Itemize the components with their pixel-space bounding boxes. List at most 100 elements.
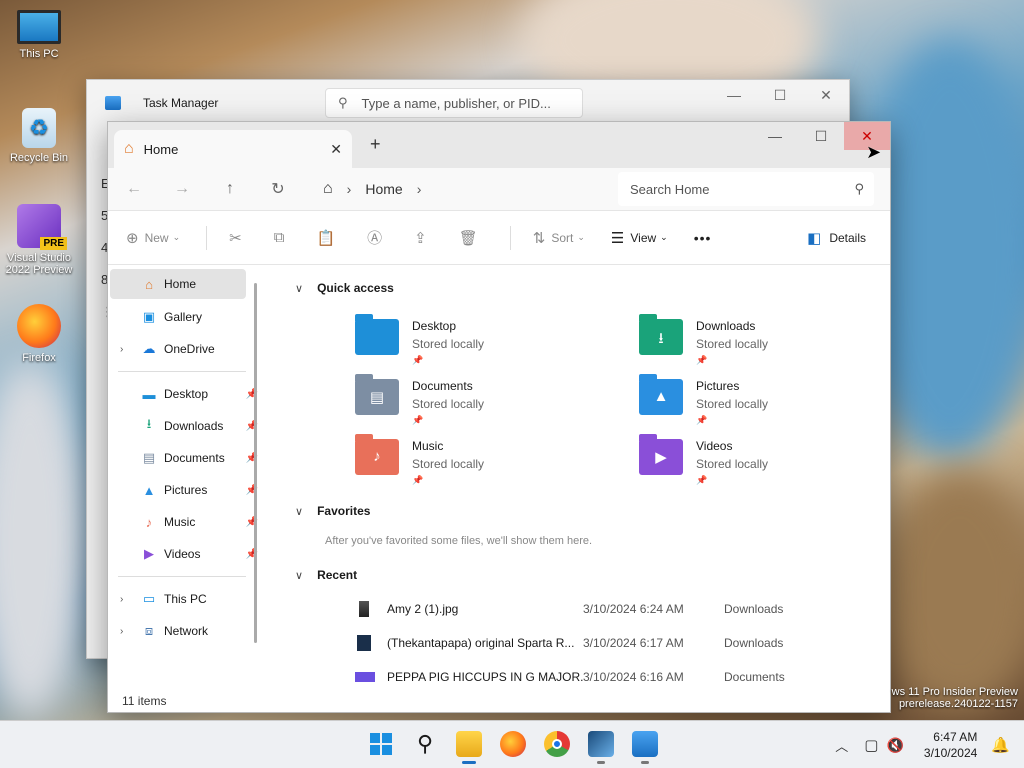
tab-bar: ⌂ Home ✕ + — ☐ ✕	[108, 122, 890, 168]
pin-icon: 📌	[412, 355, 424, 365]
view-list-icon: ☰	[610, 229, 625, 247]
sidebar-item-icon[interactable]: ⋮	[87, 304, 114, 336]
section-header-quick-access[interactable]: ∨ Quick access	[295, 281, 394, 295]
desktop-icon-visual-studio[interactable]: PRE Visual Studio 2022 Preview	[0, 204, 78, 276]
nav-item-onedrive[interactable]: › ☁ OneDrive	[108, 333, 262, 365]
recent-file-row[interactable]: PEPPA PIG HICCUPS IN G MAJOR... 3/10/202…	[355, 666, 878, 688]
copy-button[interactable]: ⧉	[274, 229, 291, 246]
details-button[interactable]: ◧ Details	[807, 229, 866, 247]
forward-button[interactable]: →	[158, 180, 206, 198]
task-manager-search-input[interactable]: ⚲ Type a name, publisher, or PID...	[325, 88, 583, 118]
file-explorer-window[interactable]: ⌂ Home ✕ + — ☐ ✕ ← → ↑ ↻ ⌂ › Home › Sear…	[107, 121, 891, 713]
close-tab-icon[interactable]: ✕	[330, 141, 342, 158]
notification-bell-icon[interactable]: 🔔	[991, 736, 1010, 754]
quick-access-tile[interactable]: ▲ Pictures Stored locally 📌	[639, 374, 899, 426]
desktop-icon-this-pc[interactable]: This PC	[0, 10, 78, 60]
taskbar: ⚲ ︿ ▢ 🔇 6:47 AM 3/10/2024 🔔	[0, 720, 1024, 768]
sidebar-item-icon[interactable]: E	[87, 176, 110, 208]
search-input[interactable]: Search Home ⚲	[618, 172, 874, 206]
tab-title: Home	[143, 141, 179, 157]
copy-icon: ⧉	[273, 229, 285, 246]
paste-button[interactable]: 📋	[316, 229, 341, 247]
desktop-folder-icon: ▬	[142, 386, 156, 402]
share-button[interactable]: ⇪	[414, 229, 433, 247]
back-button[interactable]: ←	[110, 180, 158, 198]
maximize-button[interactable]: ☐	[798, 122, 844, 150]
rename-icon: Ⓐ	[367, 230, 383, 247]
nav-item-downloads[interactable]: ⭳ Downloads 📌	[108, 410, 262, 442]
recent-file-row[interactable]: Amy 2 (1).jpg 3/10/2024 6:24 AM Download…	[355, 598, 878, 620]
search-icon[interactable]: ⚲	[412, 731, 438, 757]
nav-item-network[interactable]: › ⧈ Network	[108, 615, 262, 647]
delete-button[interactable]: 🗑	[459, 229, 484, 247]
chevron-down-icon: ⌄	[660, 232, 668, 242]
close-button[interactable]: ✕	[803, 80, 849, 110]
file-explorer-taskbar-icon[interactable]	[456, 731, 482, 764]
quick-access-tile[interactable]: Desktop Stored locally 📌	[355, 314, 615, 366]
volume-muted-icon[interactable]: 🔇	[886, 737, 903, 754]
chrome-taskbar-icon[interactable]	[544, 731, 570, 757]
refresh-button[interactable]: ↻	[254, 179, 302, 199]
quick-access-tile[interactable]: ♪ Music Stored locally 📌	[355, 434, 615, 486]
nav-item-desktop[interactable]: ▬ Desktop 📌	[108, 378, 262, 410]
chevron-up-icon[interactable]: ︿	[835, 736, 848, 755]
mouse-cursor-icon: ➤	[866, 142, 882, 162]
network-status-icon[interactable]: ▢	[864, 736, 878, 754]
breadcrumb[interactable]: Home	[365, 181, 402, 197]
maximize-button[interactable]: ☐	[757, 80, 803, 110]
quick-access-tile[interactable]: ⭳ Downloads Stored locally 📌	[639, 314, 899, 366]
document-icon: ▤	[142, 450, 156, 465]
section-header-recent[interactable]: ∨ Recent	[295, 568, 357, 582]
clock[interactable]: 6:47 AM 3/10/2024	[924, 729, 977, 761]
nav-item-music[interactable]: ♪ Music 📌	[108, 506, 262, 538]
quick-access-tile[interactable]: ▶ Videos Stored locally 📌	[639, 434, 899, 486]
chevron-right-icon[interactable]: ›	[120, 594, 123, 605]
new-button[interactable]: ⊕ New ⌄	[126, 229, 180, 247]
nav-item-gallery[interactable]: ▣ Gallery	[108, 301, 262, 333]
recent-file-row[interactable]: (Thekantapapa) original Sparta R... 3/10…	[355, 632, 878, 654]
tab-home[interactable]: ⌂ Home ✕	[114, 130, 352, 168]
quick-access-tile[interactable]: ▤ Documents Stored locally 📌	[355, 374, 615, 426]
home-icon: ⌂	[124, 140, 134, 157]
sidebar-item-icon[interactable]: 4	[87, 240, 109, 272]
trash-icon: 🗑	[458, 229, 478, 247]
cloud-icon: ☁	[142, 341, 156, 356]
background-shape	[880, 470, 1024, 710]
media-player-taskbar-icon[interactable]	[588, 731, 614, 764]
chevron-right-icon[interactable]: ›	[120, 344, 123, 355]
minimize-button[interactable]: —	[752, 122, 798, 150]
more-options-button[interactable]: •••	[694, 230, 712, 246]
sort-button[interactable]: ⇅ Sort ⌄	[533, 229, 585, 247]
nav-item-pictures[interactable]: ▲ Pictures 📌	[108, 474, 262, 506]
desktop-icon-label: This PC	[19, 48, 59, 60]
visual-studio-icon: PRE	[17, 204, 67, 250]
nav-item-home[interactable]: ⌂ Home	[110, 269, 246, 299]
videos-folder-icon: ▶	[639, 434, 683, 475]
desktop-icon-recycle-bin[interactable]: ♻ Recycle Bin	[0, 108, 78, 164]
nav-item-this-pc[interactable]: › ▭ This PC	[108, 583, 262, 615]
chevron-right-icon[interactable]: ›	[120, 626, 123, 637]
firefox-taskbar-icon[interactable]	[500, 731, 526, 757]
sidebar-item-icon[interactable]: 8	[87, 272, 109, 304]
section-header-favorites[interactable]: ∨ Favorites	[295, 504, 370, 518]
nav-item-documents[interactable]: ▤ Documents 📌	[108, 442, 262, 474]
desktop-icon-firefox[interactable]: Firefox	[0, 304, 78, 364]
cut-button[interactable]: ✂	[229, 229, 248, 247]
rename-button[interactable]: Ⓐ	[367, 227, 388, 248]
minimize-button[interactable]: —	[711, 80, 757, 110]
sidebar-item-icon[interactable]: 5	[87, 208, 109, 240]
start-button[interactable]	[368, 731, 394, 757]
divider	[118, 371, 246, 372]
up-button[interactable]: ↑	[206, 180, 254, 198]
task-manager-window-controls: — ☐ ✕	[711, 80, 849, 110]
new-tab-button[interactable]: +	[370, 134, 381, 155]
nav-item-videos[interactable]: ▶ Videos 📌	[108, 538, 262, 570]
task-manager-taskbar-icon[interactable]	[632, 731, 658, 764]
chevron-right-icon[interactable]: ›	[417, 181, 422, 197]
scrollbar[interactable]	[254, 283, 257, 643]
address-bar[interactable]: ⌂ › Home ›	[313, 172, 609, 206]
download-icon: ⭳	[146, 416, 152, 431]
view-button[interactable]: ☰ View ⌄	[611, 229, 668, 247]
divider	[118, 576, 246, 577]
recycle-bin-icon: ♻	[22, 108, 56, 148]
